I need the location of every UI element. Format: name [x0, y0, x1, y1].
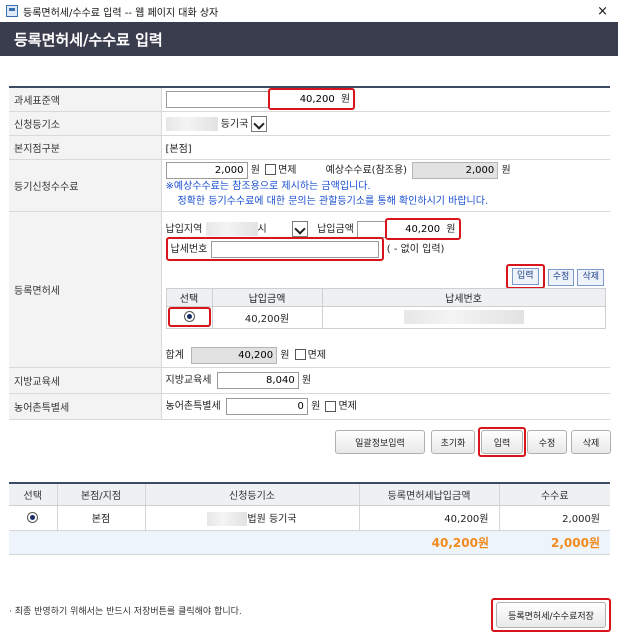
fee-note-2: 정확한 등기수수료에 대한 문의는 관할등기소를 통해 확인하시기 바랍니다. [177, 195, 489, 207]
expected-fee-label: 예상수수료(참조용) [325, 164, 408, 176]
license-tax-label: 등록면허세 [9, 211, 162, 368]
list-total-row: 40,200원 2,000원 [9, 530, 610, 555]
sum-exempt-checkbox[interactable] [294, 349, 306, 360]
registry-redacted [165, 116, 218, 131]
list-row-branch: 본점 [57, 505, 146, 531]
taxno-input[interactable] [210, 240, 379, 258]
region-suffix: 시 [257, 223, 267, 235]
rural-label: 농어촌특별세 [9, 393, 162, 420]
bulk-input-button[interactable]: 일괄정보입력 [335, 430, 425, 454]
local-edu-inner-label: 지방교육세 [165, 375, 212, 386]
license-table-row: 40,200원 [165, 305, 606, 329]
registry-suffix: 등기국 [220, 118, 249, 130]
license-delete-button[interactable]: 삭제 [577, 269, 604, 286]
save-button[interactable]: 등록면허세/수수료저장 [496, 602, 606, 628]
tax-base-input[interactable] [269, 91, 338, 109]
fee-note-1: ※예상수수료는 참조용으로 제시하는 금액입니다. [165, 180, 371, 192]
list-header: 수수료 [499, 483, 610, 506]
tax-base-input-prefix[interactable] [165, 91, 269, 109]
license-table-header: 납입금액 [211, 287, 323, 307]
list-header: 선택 [9, 483, 58, 506]
rural-inner-label: 농어촌특별세 [165, 401, 221, 412]
tax-base-highlight: 원 [267, 88, 356, 111]
registry-label: 신청등기소 [9, 111, 162, 136]
window-titlebar: 등록면허세/수수료 입력 -- 웹 페이지 대화 상자 × [0, 0, 618, 22]
expected-fee-unit: 원 [501, 164, 511, 176]
main-delete-button[interactable]: 삭제 [571, 430, 611, 454]
fee-exempt-checkbox[interactable] [265, 164, 277, 175]
list-total-fee: 2,000원 [499, 530, 610, 555]
sum-unit: 원 [280, 349, 290, 361]
sum-input [191, 346, 278, 364]
list-row-amount: 40,200원 [359, 505, 500, 531]
list-total-amount: 40,200원 [359, 530, 499, 555]
amount-label: 납입금액 [317, 223, 354, 235]
page-title: 등록면허세/수수료 입력 [14, 30, 163, 49]
license-table-header: 납세번호 [321, 287, 606, 307]
input-btn-highlight: 입력 [505, 263, 545, 289]
region-redacted [205, 221, 258, 236]
list-header: 신청등기소 [145, 483, 360, 506]
fee-label: 등기신청수수료 [9, 159, 162, 212]
license-edit-button[interactable]: 수정 [547, 269, 575, 286]
local-edu-input[interactable] [216, 372, 299, 389]
close-icon[interactable]: × [593, 4, 612, 19]
license-row-amount: 40,200원 [211, 305, 323, 329]
region-label: 납입지역 [165, 223, 203, 235]
license-input-button[interactable]: 입력 [511, 267, 539, 285]
license-table-header: 선택 [165, 287, 213, 307]
sum-exempt-label: 면제 [307, 349, 327, 361]
list-row[interactable]: 본점 법원 등기국 40,200원 2,000원 [9, 505, 610, 531]
amount-input[interactable] [387, 220, 444, 238]
window-icon [6, 5, 18, 17]
main-edit-button[interactable]: 수정 [527, 430, 567, 454]
rural-input[interactable] [225, 398, 308, 415]
radio-highlight [167, 307, 211, 327]
amount-input-prefix[interactable] [357, 220, 386, 238]
taxno-label: 납세번호 [170, 243, 208, 255]
local-edu-unit: 원 [301, 375, 312, 386]
list-row-registry: 법원 등기국 [247, 513, 297, 525]
rural-exempt-checkbox[interactable] [325, 400, 337, 412]
branch-label: 본지점구분 [9, 135, 162, 160]
expected-fee-input [412, 161, 499, 179]
registry-dropdown-icon[interactable] [251, 115, 268, 132]
license-row-taxno-redacted [403, 310, 524, 324]
fee-unit: 원 [250, 164, 260, 176]
page-header: 등록면허세/수수료 입력 [0, 22, 618, 56]
region-dropdown-icon[interactable] [291, 220, 308, 237]
registry-list-table: 선택 본점/지점 신청등기소 등록면허세납입금액 수수료 본점 법원 등기국 4… [9, 482, 610, 555]
tax-base-label: 과세표준액 [9, 87, 162, 112]
fee-input[interactable] [165, 161, 248, 179]
amount-unit: 원 [446, 223, 456, 235]
fee-exempt-label: 면제 [278, 164, 297, 176]
window-title: 등록면허세/수수료 입력 -- 웹 페이지 대화 상자 [23, 7, 219, 19]
list-row-fee: 2,000원 [499, 505, 610, 531]
sum-label: 합계 [165, 349, 184, 361]
list-header: 등록면허세납입금액 [359, 483, 500, 506]
rural-unit: 원 [311, 401, 321, 412]
tax-base-unit: 원 [340, 94, 351, 106]
list-row-registry-redacted [207, 511, 248, 526]
list-header: 본점/지점 [57, 483, 146, 506]
main-input-button[interactable]: 입력 [481, 430, 523, 454]
form-table: 과세표준액 원 신청등기소 등기국 본지점구분 [본점] 등기신청수수료 원 면… [9, 86, 610, 420]
license-tax-table: 선택 납입금액 납세번호 40,200원 [165, 287, 606, 329]
branch-value: [본점] [161, 135, 610, 160]
list-row-radio[interactable] [27, 511, 39, 523]
taxno-hint: ( - 없이 입력) [386, 243, 445, 255]
local-edu-label: 지방교육세 [9, 367, 162, 394]
rural-exempt-label: 면제 [338, 401, 357, 412]
taxno-highlight: 납세번호 [165, 236, 384, 261]
footer-note: · 최종 반영하기 위해서는 반드시 저장버튼를 클릭해야 합니다. [9, 607, 242, 617]
reset-button[interactable]: 초기화 [431, 430, 475, 454]
license-row-radio[interactable] [183, 311, 195, 323]
